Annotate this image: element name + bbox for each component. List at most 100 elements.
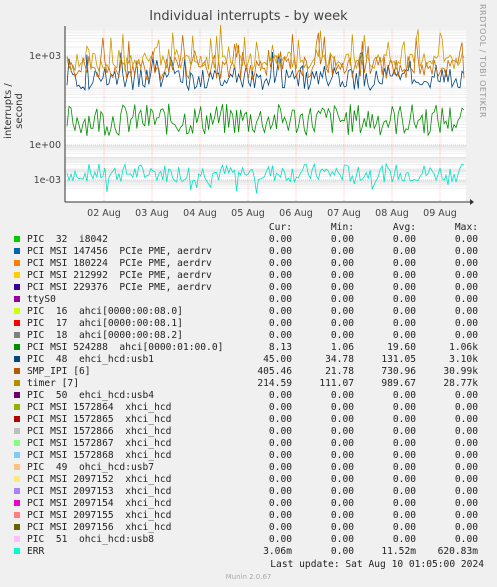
legend-min: 0.00 <box>330 522 354 533</box>
legend-avg: 131.05 <box>381 354 416 365</box>
legend-min: 0.00 <box>330 462 354 473</box>
legend-avg: 0.00 <box>392 414 416 425</box>
legend-swatch <box>14 512 20 518</box>
legend-avg: 0.00 <box>392 498 416 509</box>
legend-avg: 0.00 <box>392 402 416 413</box>
legend-cur: 0.00 <box>268 402 292 413</box>
legend-min: 0.00 <box>330 258 354 269</box>
legend-cur: 0.00 <box>268 246 292 257</box>
legend-swatch <box>14 308 20 314</box>
legend-max: 0.00 <box>454 270 478 281</box>
legend-min: 0.00 <box>330 474 354 485</box>
legend-name: PCI MSI 1572868 xhci_hcd <box>27 450 172 461</box>
legend-name: PCI MSI 524288 ahci[0000:01:00.0] <box>27 342 224 353</box>
legend-avg: 11.52m <box>381 546 416 557</box>
legend-min: 1.06 <box>330 342 354 353</box>
legend-swatch <box>14 548 20 554</box>
legend-swatch <box>14 284 20 290</box>
legend-min: 0.00 <box>330 294 354 305</box>
legend-min: 0.00 <box>330 318 354 329</box>
legend-min: 0.00 <box>330 534 354 545</box>
legend-max: 0.00 <box>454 306 478 317</box>
legend-name: PIC 51 ohci_hcd:usb8 <box>27 534 155 545</box>
legend-swatch <box>14 392 20 398</box>
legend-max: 0.00 <box>454 390 478 401</box>
legend-avg: 0.00 <box>392 246 416 257</box>
legend-min: 0.00 <box>330 270 354 281</box>
legend-avg: 0.00 <box>392 462 416 473</box>
legend-min: 0.00 <box>330 414 354 425</box>
legend-name: PCI MSI 1572866 xhci_hcd <box>27 426 172 437</box>
legend-max: 0.00 <box>454 498 478 509</box>
legend-swatch <box>14 236 20 242</box>
legend-max: 0.00 <box>454 450 478 461</box>
legend-max: 0.00 <box>454 486 478 497</box>
legend-max: 620.83m <box>437 546 478 557</box>
legend-cur: 0.00 <box>268 462 292 473</box>
legend-min: 0.00 <box>330 486 354 497</box>
legend-avg: 0.00 <box>392 258 416 269</box>
legend-min: 0.00 <box>330 402 354 413</box>
legend-swatch <box>14 416 20 422</box>
legend-header-min: Min: <box>330 222 354 233</box>
legend-min: 34.78 <box>325 354 354 365</box>
legend-max: 0.00 <box>454 474 478 485</box>
legend-min: 0.00 <box>330 438 354 449</box>
munin-version: Munin 2.0.67 <box>225 573 272 581</box>
legend-swatch <box>14 344 20 350</box>
legend-swatch <box>14 452 20 458</box>
legend-cur: 0.00 <box>268 234 292 245</box>
legend-avg: 19.60 <box>387 342 416 353</box>
legend-avg: 0.00 <box>392 294 416 305</box>
legend-cur: 0.00 <box>268 474 292 485</box>
legend-name: ttyS0 <box>27 294 56 305</box>
legend-avg: 0.00 <box>392 522 416 533</box>
legend-cur: 0.00 <box>268 522 292 533</box>
legend-cur: 0.00 <box>268 282 292 293</box>
legend-max: 0.00 <box>454 426 478 437</box>
legend-avg: 0.00 <box>392 450 416 461</box>
legend-name: PCI MSI 2097156 xhci_hcd <box>27 522 172 533</box>
legend-max: 0.00 <box>454 402 478 413</box>
legend-name: PIC 49 ohci_hcd:usb7 <box>27 462 155 473</box>
legend-avg: 0.00 <box>392 330 416 341</box>
legend-max: 0.00 <box>454 438 478 449</box>
legend-swatch <box>14 524 20 530</box>
last-update: Last update: Sat Aug 10 01:05:00 2024 <box>270 559 484 570</box>
legend-cur: 0.00 <box>268 534 292 545</box>
legend-min: 0.00 <box>330 510 354 521</box>
legend-min: 111.07 <box>319 378 354 389</box>
legend-cur: 0.00 <box>268 438 292 449</box>
legend-max: 30.99k <box>443 366 478 377</box>
legend-name: PCI MSI 180224 PCIe PME, aerdrv <box>27 258 212 269</box>
legend-swatch <box>14 476 20 482</box>
legend-cur: 0.00 <box>268 318 292 329</box>
legend-cur: 3.06m <box>263 546 292 557</box>
legend-cur: 214.59 <box>257 378 292 389</box>
legend-cur: 0.00 <box>268 510 292 521</box>
legend-avg: 730.96 <box>381 366 416 377</box>
legend-name: PCI MSI 212992 PCIe PME, aerdrv <box>27 270 212 281</box>
legend-avg: 0.00 <box>392 426 416 437</box>
legend-min: 0.00 <box>330 390 354 401</box>
legend-name: ERR <box>27 546 45 557</box>
legend-max: 0.00 <box>454 330 478 341</box>
legend-name: PCI MSI 2097152 xhci_hcd <box>27 474 172 485</box>
legend-name: PCI MSI 229376 PCIe PME, aerdrv <box>27 282 212 293</box>
legend-avg: 0.00 <box>392 282 416 293</box>
legend-name: PCI MSI 1572867 xhci_hcd <box>27 438 172 449</box>
legend-max: 28.77k <box>443 378 478 389</box>
legend-cur: 0.00 <box>268 390 292 401</box>
legend-name: SMP_IPI [6] <box>27 366 91 377</box>
legend-max: 1.06k <box>449 342 478 353</box>
legend-cur: 0.00 <box>268 450 292 461</box>
legend-cur: 0.00 <box>268 498 292 509</box>
legend-name: PCI MSI 2097155 xhci_hcd <box>27 510 172 521</box>
legend-name: PCI MSI 2097154 xhci_hcd <box>27 498 172 509</box>
legend-max: 0.00 <box>454 462 478 473</box>
legend-swatch <box>14 248 20 254</box>
legend-swatch <box>14 428 20 434</box>
legend-min: 0.00 <box>330 330 354 341</box>
legend-swatch <box>14 356 20 362</box>
legend-max: 0.00 <box>454 294 478 305</box>
